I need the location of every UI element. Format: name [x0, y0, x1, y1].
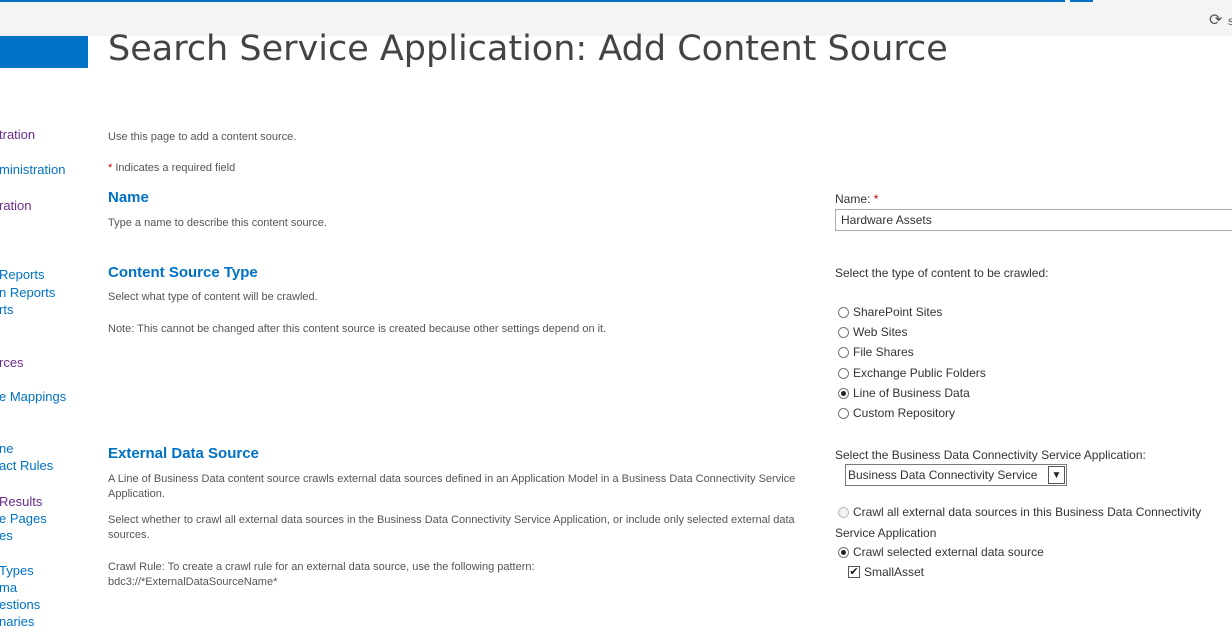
radio-button[interactable]	[838, 326, 849, 338]
name-label-text: Name:	[835, 192, 871, 206]
nav-item[interactable]: n Reports	[0, 285, 55, 300]
source-checkbox-row[interactable]: ✔ SmallAsset	[848, 564, 924, 580]
nav-item[interactable]: e Mappings	[0, 389, 66, 404]
bdc-app-selected-value: Business Data Connectivity Service	[848, 468, 1038, 482]
type-prompt: Select the type of content to be crawled…	[835, 266, 1049, 280]
radio-label: Crawl selected external data source	[853, 545, 1044, 559]
radio-exchange-public-folders[interactable]: Exchange Public Folders	[838, 365, 986, 381]
radio-label: Crawl all external data sources in this …	[853, 505, 1202, 519]
radio-custom-repository[interactable]: Custom Repository	[838, 405, 955, 421]
type-section-note: Note: This cannot be changed after this …	[108, 323, 607, 335]
nav-item[interactable]: Types	[0, 563, 34, 578]
nav-item[interactable]: estions	[0, 597, 40, 612]
radio-label: File Shares	[853, 345, 914, 359]
name-section-description: Type a name to describe this content sou…	[108, 217, 327, 229]
name-input[interactable]	[835, 209, 1232, 231]
nav-item[interactable]: naries	[0, 614, 34, 629]
radio-button[interactable]	[838, 407, 849, 419]
nav-item[interactable]: Results	[0, 494, 42, 509]
external-scope-description: Select whether to crawl all external dat…	[108, 514, 795, 541]
crawl-rule-text: Crawl Rule: To create a crawl rule for a…	[108, 561, 535, 573]
radio-label: Line of Business Data	[853, 386, 970, 400]
radio-label-continuation: Service Application	[835, 526, 937, 540]
loading-bar	[0, 0, 1065, 2]
radio-button-disabled[interactable]	[838, 506, 849, 518]
radio-label: Exchange Public Folders	[853, 366, 986, 380]
radio-crawl-selected-sources[interactable]: Crawl selected external data source	[838, 544, 1044, 560]
checkbox-label: SmallAsset	[864, 565, 925, 579]
radio-label: Custom Repository	[853, 406, 956, 420]
bdc-app-prompt: Select the Business Data Connectivity Se…	[835, 448, 1146, 462]
radio-web-sites[interactable]: Web Sites	[838, 324, 907, 340]
check-icon[interactable]: ✔	[848, 566, 860, 578]
nav-item[interactable]: Reports	[0, 267, 45, 282]
required-marker: *	[873, 192, 879, 206]
radio-button[interactable]	[838, 346, 849, 358]
sync-label[interactable]: s	[1228, 14, 1232, 28]
nav-item[interactable]: ma	[0, 580, 17, 595]
required-note-text: Indicates a required field	[115, 162, 236, 174]
bdc-app-select[interactable]: Business Data Connectivity Service ▼	[845, 464, 1067, 486]
required-note: * Indicates a required field	[108, 162, 235, 174]
radio-button[interactable]	[838, 367, 849, 379]
sync-icon[interactable]: ⟳	[1209, 13, 1222, 29]
nav-item[interactable]: tration	[0, 127, 35, 142]
nav-item[interactable]: rts	[0, 302, 13, 317]
loading-bar-segment	[1070, 0, 1093, 2]
required-marker: *	[108, 162, 113, 174]
radio-button-selected[interactable]	[838, 546, 849, 558]
nav-item[interactable]: e Pages	[0, 511, 47, 526]
radio-line-of-business-data[interactable]: Line of Business Data	[838, 385, 970, 401]
radio-crawl-all-sources[interactable]: Crawl all external data sources in this …	[838, 504, 1201, 520]
nav-item[interactable]: act Rules	[0, 458, 53, 473]
page-description: Use this page to add a content source.	[108, 131, 297, 143]
external-description: A Line of Business Data content source c…	[108, 473, 796, 500]
chevron-down-icon[interactable]: ▼	[1048, 466, 1065, 484]
nav-item[interactable]: ration	[0, 198, 32, 213]
type-section-title: Content Source Type	[108, 264, 258, 281]
radio-label: SharePoint Sites	[853, 305, 943, 319]
nav-item[interactable]: es	[0, 528, 13, 543]
name-field-label: Name: *	[835, 192, 878, 206]
radio-button-selected[interactable]	[838, 387, 849, 399]
radio-label: Web Sites	[853, 325, 908, 339]
external-section-title: External Data Source	[108, 445, 259, 462]
type-section-description: Select what type of content will be craw…	[108, 291, 318, 303]
name-section-title: Name	[108, 189, 149, 206]
page-title: Search Service Application: Add Content …	[108, 29, 948, 69]
crawl-rule-pattern: bdc3://*ExternalDataSourceName*	[108, 576, 278, 588]
radio-file-shares[interactable]: File Shares	[838, 344, 914, 360]
nav-item[interactable]: ministration	[0, 162, 65, 177]
radio-sharepoint-sites[interactable]: SharePoint Sites	[838, 304, 942, 320]
nav-item[interactable]: rces	[0, 355, 24, 370]
nav-item[interactable]: ne	[0, 441, 13, 456]
site-logo-area	[0, 36, 88, 68]
radio-button[interactable]	[838, 306, 849, 318]
